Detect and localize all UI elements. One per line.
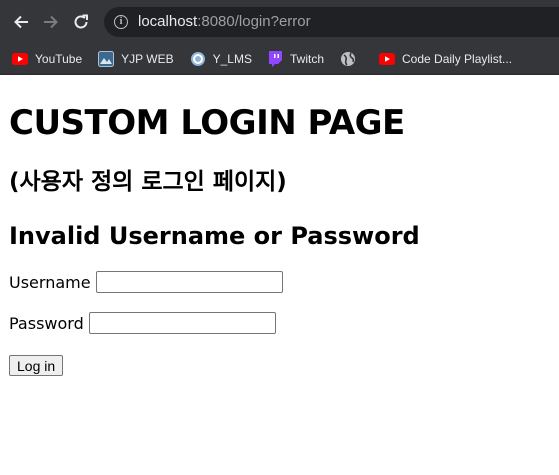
bookmark-twitch[interactable]: Twitch xyxy=(268,50,324,67)
info-icon[interactable]: i xyxy=(114,14,128,29)
username-label: Username xyxy=(9,272,91,292)
page-subtitle: (사용자 정의 로그인 페이지) xyxy=(9,169,287,195)
address-bar[interactable]: i localhost:8080/login?error xyxy=(104,6,559,37)
bookmark-label: YouTube xyxy=(35,51,83,66)
username-row: Username xyxy=(9,271,550,293)
globe-icon xyxy=(340,51,356,67)
lms-icon xyxy=(190,51,206,67)
page-title: CUSTOM LOGIN PAGE xyxy=(9,103,405,143)
password-row: Password xyxy=(9,312,550,334)
bookmark-y-lms[interactable]: Y_LMS xyxy=(190,51,252,67)
password-input[interactable] xyxy=(88,312,276,334)
login-form: Username Password Log in xyxy=(9,271,550,376)
page-content: CUSTOM LOGIN PAGE (사용자 정의 로그인 페이지) Inval… xyxy=(0,103,559,376)
bookmark-code-daily[interactable]: Code Daily Playlist... xyxy=(379,52,512,66)
yjp-icon xyxy=(98,50,115,67)
bookmark-label: Y_LMS xyxy=(212,51,252,66)
arrow-right-icon xyxy=(44,15,58,28)
reload-icon xyxy=(74,14,88,28)
back-button[interactable] xyxy=(8,9,34,35)
youtube-icon xyxy=(12,52,28,65)
reload-button[interactable] xyxy=(68,9,94,35)
bookmark-label: Code Daily Playlist... xyxy=(402,51,513,66)
bookmark-label: Twitch xyxy=(289,51,324,66)
url-path: :8080/login?error xyxy=(197,13,311,30)
username-input[interactable] xyxy=(95,271,283,293)
forward-button[interactable] xyxy=(38,9,64,35)
bookmarks-bar: YouTube YJP WEB Y_LMS Twitch Code Daily … xyxy=(0,43,559,75)
twitch-icon xyxy=(268,50,283,67)
bookmark-yjp-web[interactable]: YJP WEB xyxy=(98,50,174,67)
bookmark-label: YJP WEB xyxy=(121,51,174,66)
error-message: Invalid Username or Password xyxy=(9,222,420,250)
browser-toolbar: i localhost:8080/login?error xyxy=(0,0,559,43)
login-button[interactable]: Log in xyxy=(9,355,64,376)
arrow-left-icon xyxy=(14,15,28,28)
url-host: localhost xyxy=(138,13,198,30)
bookmark-globe[interactable] xyxy=(340,51,363,67)
youtube-icon xyxy=(379,52,395,65)
bookmark-youtube[interactable]: YouTube xyxy=(12,52,82,66)
password-label: Password xyxy=(9,313,84,333)
